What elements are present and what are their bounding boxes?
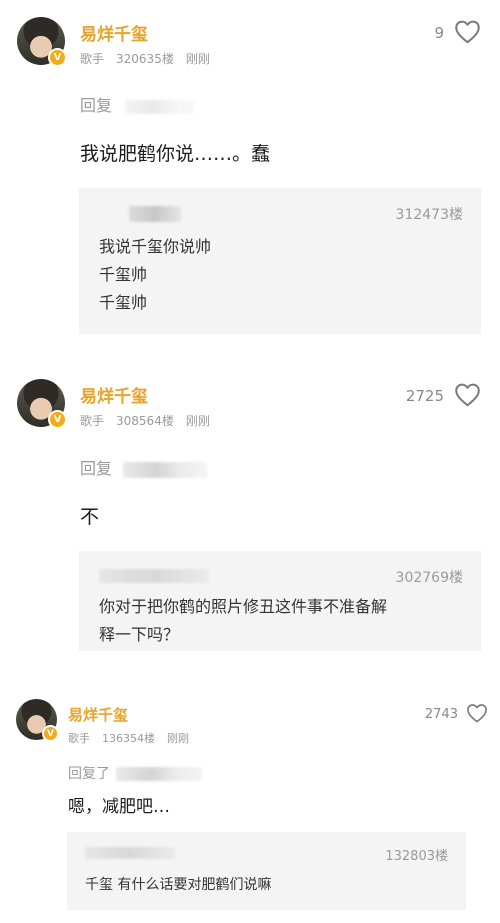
- like-count: 2725: [405, 387, 444, 405]
- user-role: 歌手: [80, 52, 105, 66]
- username[interactable]: 易烊千玺: [80, 382, 148, 407]
- verified-badge-icon: V: [48, 410, 67, 429]
- redacted-username: [116, 767, 203, 781]
- heart-outline-icon[interactable]: [454, 19, 481, 44]
- comment-content: 嗯，减肥吧…: [68, 797, 170, 817]
- like-count: 9: [434, 24, 444, 42]
- verified-badge-icon: V: [48, 48, 67, 67]
- floor-number: 320635楼: [116, 52, 174, 66]
- redacted-username: [123, 461, 208, 478]
- quote-text-line: 释一下吗？: [99, 625, 180, 644]
- comment-item: V 易烊千玺 歌手 320635楼 刚刚 9 回复 我说肥鹤你说……。蠢 31247…: [0, 0, 500, 355]
- quote-text-line: 千玺 有什么话要对肥鹤们说嘛: [85, 877, 272, 893]
- reply-to-line: 回复: [80, 92, 196, 116]
- username[interactable]: 易烊千玺: [68, 704, 128, 725]
- user-role: 歌手: [80, 414, 105, 428]
- redacted-quote-author: [85, 847, 175, 859]
- reply-to-line: 回复: [80, 455, 208, 479]
- avatar[interactable]: V: [16, 699, 59, 742]
- floor-number: 308564楼: [116, 414, 174, 428]
- reply-to-line: 回复了: [68, 763, 203, 783]
- redacted-username: [125, 99, 196, 114]
- comment-meta: 歌手 320635楼 刚刚: [80, 50, 222, 67]
- floor-number: 136354楼: [102, 732, 155, 745]
- quote-floor-number: 302769楼: [395, 570, 463, 586]
- quoted-comment[interactable]: 312473楼 我说千玺你说帅 千玺帅 千玺帅: [79, 188, 481, 334]
- heart-outline-icon[interactable]: [454, 382, 481, 407]
- user-role: 歌手: [68, 732, 90, 745]
- quote-text-line: 我说千玺你说帅: [99, 237, 212, 256]
- quote-text-line: 千玺帅: [99, 265, 148, 284]
- quote-floor-number: 312473楼: [395, 207, 463, 223]
- username[interactable]: 易烊千玺: [80, 20, 148, 45]
- redacted-quote-author: [129, 206, 181, 222]
- redacted-quote-author: [99, 569, 209, 583]
- quoted-comment[interactable]: 132803楼 千玺 有什么话要对肥鹤们说嘛: [67, 832, 466, 910]
- reply-prefix: 回复: [80, 96, 113, 115]
- quoted-comment[interactable]: 302769楼 你对于把你鹤的照片修丑这件事不准备解 释一下吗？: [79, 551, 481, 651]
- avatar[interactable]: V: [17, 379, 67, 429]
- like-count: 2743: [424, 707, 458, 722]
- verified-badge-icon: V: [42, 725, 59, 742]
- avatar[interactable]: V: [17, 17, 67, 67]
- comment-item: V 易烊千玺 歌手 308564楼 刚刚 2725 回复 不 302769楼 你对于…: [0, 355, 500, 675]
- heart-outline-icon[interactable]: [466, 703, 488, 723]
- comment-item: V 易烊千玺 歌手 136354楼 刚刚 2743 回复了 嗯，减肥吧… 13280…: [0, 675, 500, 923]
- post-time: 刚刚: [185, 414, 210, 428]
- quote-text-line: 你对于把你鹤的照片修丑这件事不准备解: [99, 597, 388, 616]
- comment-content: 不: [80, 506, 100, 528]
- comment-meta: 歌手 308564楼 刚刚: [80, 412, 222, 429]
- post-time: 刚刚: [185, 52, 210, 66]
- comment-content: 我说肥鹤你说……。蠢: [80, 143, 271, 165]
- reply-prefix: 回复了: [68, 766, 110, 782]
- quote-text-line: 千玺帅: [99, 293, 148, 312]
- reply-prefix: 回复: [80, 459, 113, 478]
- quote-floor-number: 132803楼: [385, 849, 448, 864]
- comment-meta: 歌手 136354楼 刚刚: [68, 730, 201, 746]
- post-time: 刚刚: [167, 732, 189, 745]
